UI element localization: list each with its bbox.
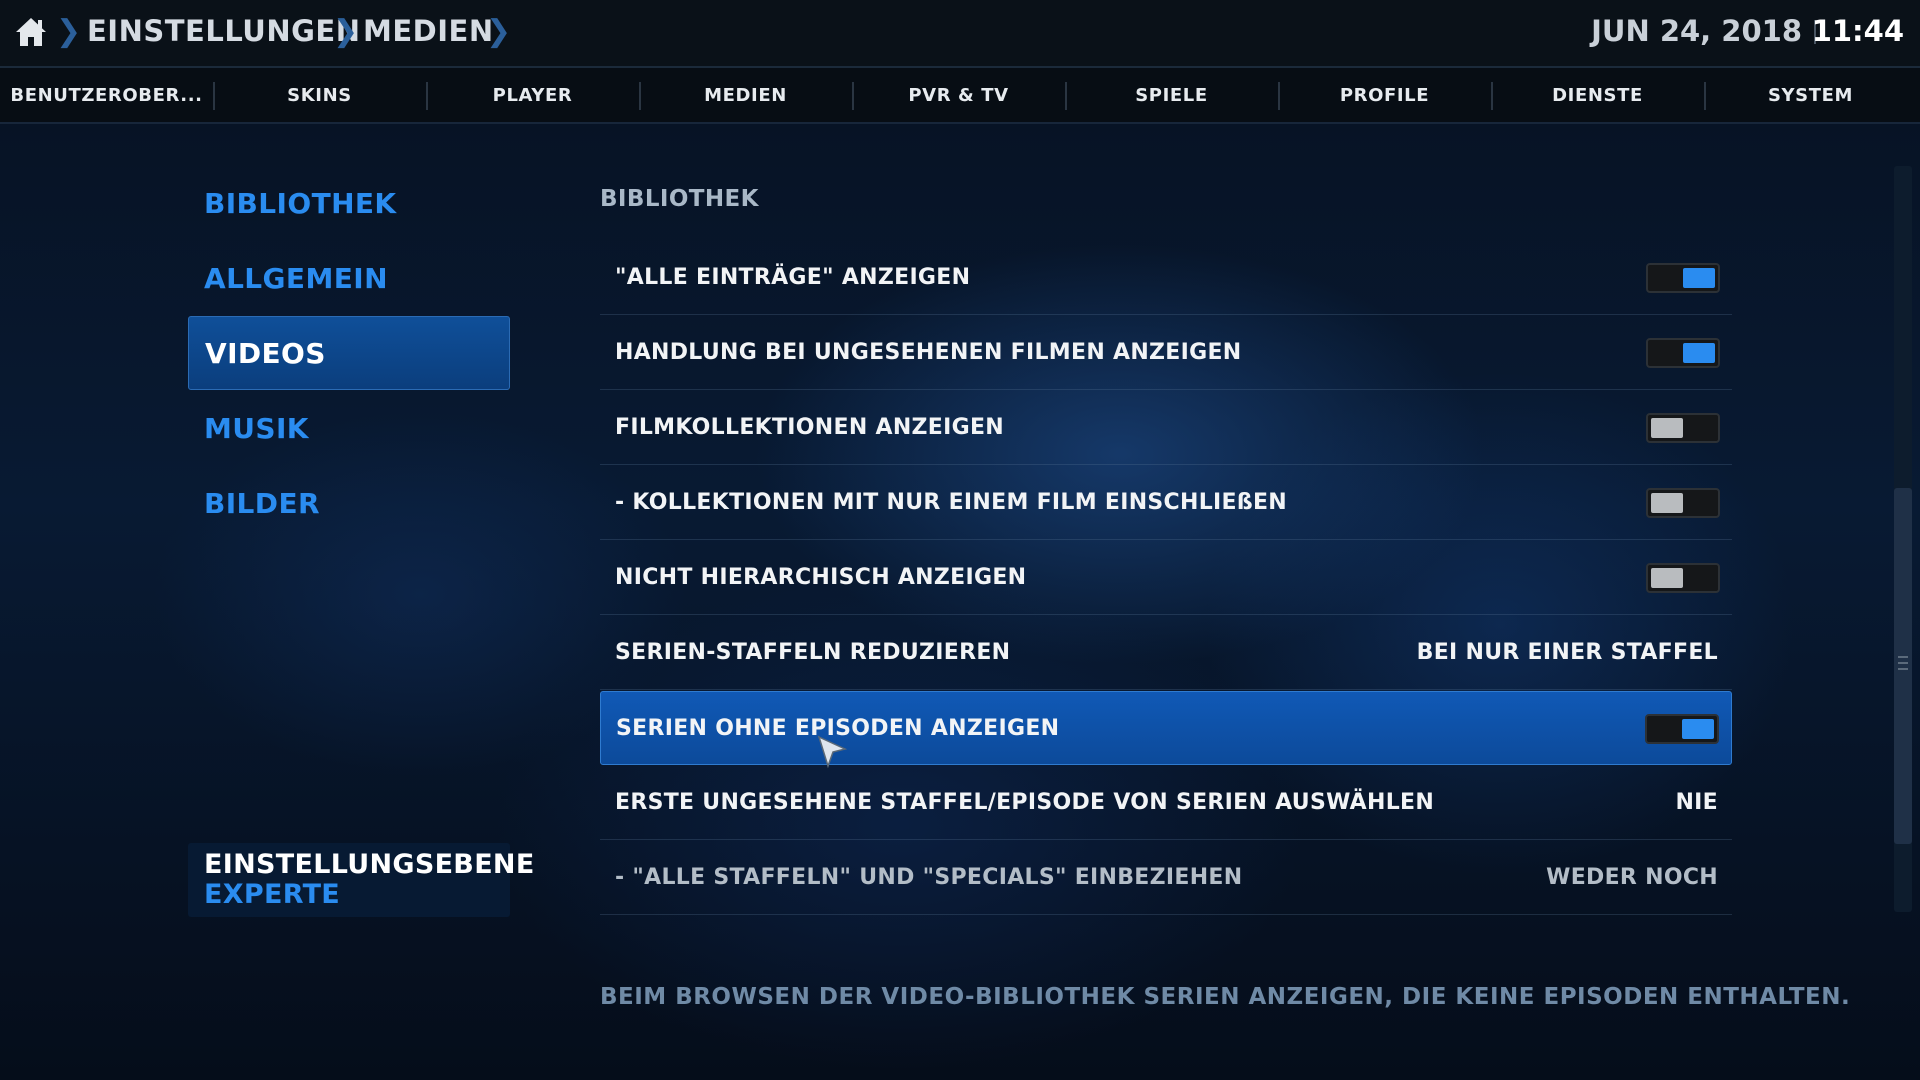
scrollbar-grip	[1898, 668, 1908, 670]
section-title: BIBLIOTHEK	[600, 186, 759, 212]
toggle-switch[interactable]	[1646, 413, 1720, 443]
toggle-switch[interactable]	[1645, 714, 1719, 744]
sidebar-item-musik[interactable]: MUSIK	[188, 391, 510, 465]
tab-profile[interactable]: PROFILE	[1278, 68, 1491, 122]
tab-medien[interactable]: MEDIEN	[639, 68, 852, 122]
settings-level-button[interactable]: EINSTELLUNGSEBENE EXPERTE	[188, 843, 535, 917]
setting-label: SERIEN-STAFFELN REDUZIEREN	[615, 640, 1011, 665]
toggle-knob	[1683, 343, 1715, 363]
setting-label: - KOLLEKTIONEN MIT NUR EINEM FILM EINSCH…	[615, 490, 1288, 515]
setting-value: NIE	[1675, 790, 1718, 815]
category-tabs: BENUTZEROBER... SKINS PLAYER MEDIEN PVR …	[0, 68, 1920, 124]
toggle-knob	[1683, 268, 1715, 288]
toggle-knob	[1682, 719, 1714, 739]
date-display: JUN 24, 2018	[1591, 14, 1802, 48]
mouse-pointer-icon	[817, 735, 847, 769]
toggle-knob	[1651, 568, 1683, 588]
tab-skins[interactable]: SKINS	[213, 68, 426, 122]
setting-row-alle-eintraege[interactable]: "ALLE EINTRÄGE" ANZEIGEN	[600, 241, 1732, 315]
tab-pvr-tv[interactable]: PVR & TV	[852, 68, 1065, 122]
sidebar-item-videos[interactable]: VIDEOS	[188, 316, 510, 390]
setting-label: FILMKOLLEKTIONEN ANZEIGEN	[615, 415, 1005, 440]
sidebar-item-bibliothek[interactable]: BIBLIOTHEK	[188, 166, 510, 240]
setting-label: ERSTE UNGESEHENE STAFFEL/EPISODE VON SER…	[615, 790, 1435, 815]
setting-row-erste-ungesehene[interactable]: ERSTE UNGESEHENE STAFFEL/EPISODE VON SER…	[600, 766, 1732, 840]
toggle-switch[interactable]	[1646, 338, 1720, 368]
toggle-knob	[1651, 493, 1683, 513]
chevron-right-icon: ❯	[486, 14, 512, 49]
tab-spiele[interactable]: SPIELE	[1065, 68, 1278, 122]
setting-description: BEIM BROWSEN DER VIDEO-BIBLIOTHEK SERIEN…	[600, 984, 1851, 1010]
chevron-right-icon: ❯	[333, 14, 359, 49]
toggle-switch[interactable]	[1646, 563, 1720, 593]
top-bar: ❯ EINSTELLUNGEN ❯ MEDIEN ❯ JUN 24, 2018 …	[0, 0, 1920, 68]
sidebar-item-bilder[interactable]: BILDER	[188, 466, 510, 540]
toggle-knob	[1651, 418, 1683, 438]
setting-row-serien-ohne-episoden[interactable]: SERIEN OHNE EPISODEN ANZEIGEN	[600, 691, 1732, 765]
breadcrumb-item[interactable]: MEDIEN	[363, 14, 494, 48]
sidebar-item-allgemein[interactable]: ALLGEMEIN	[188, 241, 510, 315]
setting-label: NICHT HIERARCHISCH ANZEIGEN	[615, 565, 1027, 590]
setting-value: BEI NUR EINER STAFFEL	[1416, 640, 1718, 665]
setting-row-kollektionen-ein-film[interactable]: - KOLLEKTIONEN MIT NUR EINEM FILM EINSCH…	[600, 466, 1732, 540]
chevron-right-icon: ❯	[56, 14, 82, 49]
scrollbar-grip	[1898, 656, 1908, 658]
setting-label: "ALLE EINTRÄGE" ANZEIGEN	[615, 265, 971, 290]
setting-value: WEDER NOCH	[1546, 865, 1718, 890]
settings-level-value: EXPERTE	[204, 879, 341, 910]
tab-player[interactable]: PLAYER	[426, 68, 639, 122]
tab-system[interactable]: SYSTEM	[1704, 68, 1917, 122]
clock: 11:44	[1811, 14, 1904, 48]
toggle-switch[interactable]	[1646, 263, 1720, 293]
tab-benutzeroberflaeche[interactable]: BENUTZEROBER...	[0, 68, 213, 122]
breadcrumb-item[interactable]: EINSTELLUNGEN	[87, 14, 360, 48]
setting-label: - "ALLE STAFFELN" UND "SPECIALS" EINBEZI…	[615, 865, 1243, 890]
scrollbar-grip	[1898, 662, 1908, 664]
settings-level-title: EINSTELLUNGSEBENE	[204, 849, 535, 880]
setting-row-serien-staffeln[interactable]: SERIEN-STAFFELN REDUZIEREN BEI NUR EINER…	[600, 616, 1732, 690]
setting-label: HANDLUNG BEI UNGESEHENEN FILMEN ANZEIGEN	[615, 340, 1242, 365]
setting-row-handlung[interactable]: HANDLUNG BEI UNGESEHENEN FILMEN ANZEIGEN	[600, 316, 1732, 390]
toggle-switch[interactable]	[1646, 488, 1720, 518]
scrollbar-thumb[interactable]	[1894, 488, 1912, 844]
setting-row-filmkollektionen[interactable]: FILMKOLLEKTIONEN ANZEIGEN	[600, 391, 1732, 465]
tab-dienste[interactable]: DIENSTE	[1491, 68, 1704, 122]
setting-row-nicht-hierarchisch[interactable]: NICHT HIERARCHISCH ANZEIGEN	[600, 541, 1732, 615]
home-icon[interactable]	[14, 16, 48, 48]
setting-row-alle-staffeln-specials[interactable]: - "ALLE STAFFELN" UND "SPECIALS" EINBEZI…	[600, 841, 1732, 915]
